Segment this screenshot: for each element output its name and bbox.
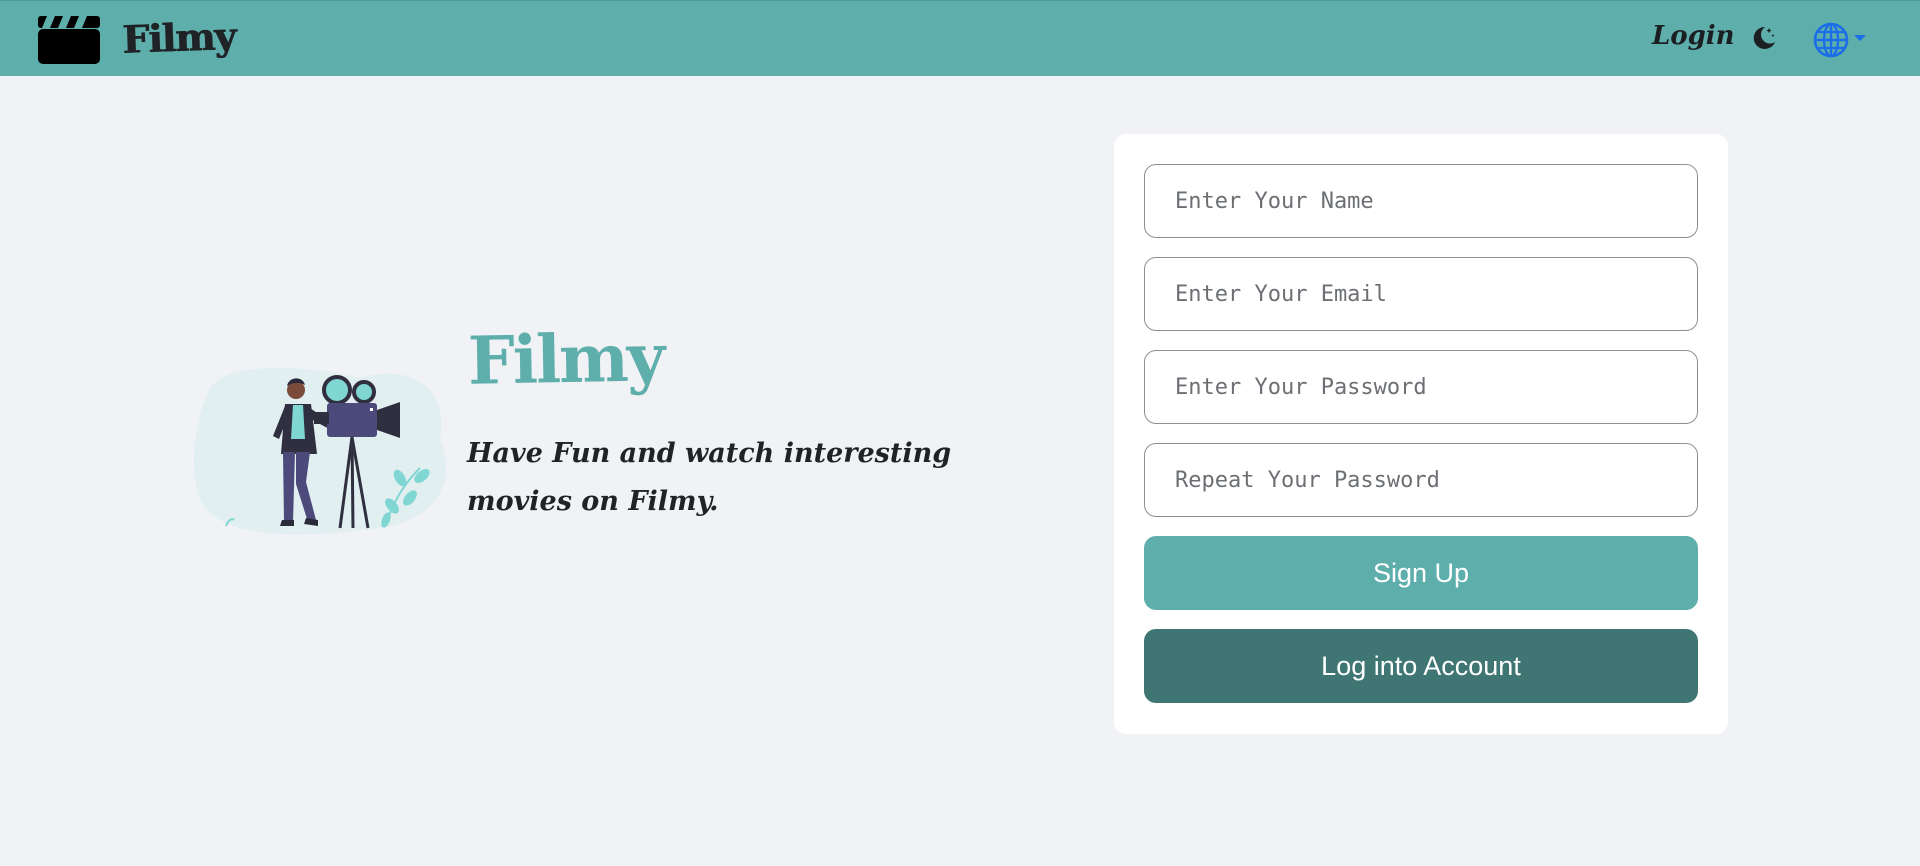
cameraman-illustration bbox=[193, 368, 447, 535]
password-input[interactable] bbox=[1144, 350, 1698, 424]
language-dropdown[interactable] bbox=[1812, 21, 1872, 59]
name-input[interactable] bbox=[1144, 164, 1698, 238]
nav-login-link[interactable]: Login bbox=[1652, 21, 1735, 51]
log-into-account-button[interactable]: Log into Account bbox=[1144, 629, 1698, 703]
signup-form: Sign Up Log into Account bbox=[1114, 134, 1728, 734]
moon-icon[interactable] bbox=[1748, 23, 1778, 53]
caret-down-icon bbox=[1854, 35, 1866, 41]
globe-icon bbox=[1813, 22, 1849, 58]
hero-section: Filmy Have Fun and watch interesting mov… bbox=[190, 318, 990, 540]
top-navbar: Filmy Login bbox=[0, 0, 1920, 76]
brand-name[interactable]: Filmy bbox=[121, 13, 236, 62]
hero-tagline: Have Fun and watch interesting movies on… bbox=[467, 438, 952, 517]
clapperboard-icon[interactable] bbox=[37, 13, 101, 65]
email-input[interactable] bbox=[1144, 257, 1698, 331]
signup-button[interactable]: Sign Up bbox=[1144, 536, 1698, 610]
hero-logo: Filmy bbox=[467, 318, 664, 400]
repeat-password-input[interactable] bbox=[1144, 443, 1698, 517]
